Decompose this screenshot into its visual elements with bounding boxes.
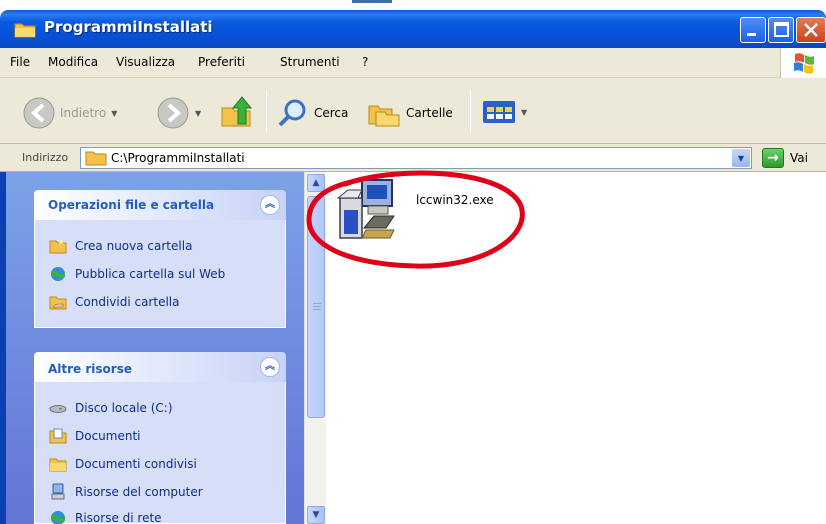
go-arrow-icon: → xyxy=(762,148,784,168)
close-button[interactable] xyxy=(796,17,826,43)
minimize-button[interactable] xyxy=(740,17,766,43)
place-network[interactable]: Risorse di rete xyxy=(49,510,162,524)
my-computer-icon xyxy=(49,483,67,500)
scroll-down-button[interactable]: ▼ xyxy=(307,506,325,524)
go-label: Vai xyxy=(790,151,808,165)
window-title: ProgrammiInstallati xyxy=(44,18,213,36)
place-label: Disco locale (C:) xyxy=(75,401,173,415)
chevron-down-icon: ▼ xyxy=(312,510,320,520)
address-label: Indirizzo xyxy=(22,151,69,164)
place-shared-documents[interactable]: Documenti condivisi xyxy=(49,456,197,472)
menu-bar: File Modifica Visualizza Preferiti Strum… xyxy=(0,48,826,78)
chevron-down-icon: ▼ xyxy=(737,153,745,163)
folder-icon xyxy=(85,151,107,166)
scroll-thumb[interactable] xyxy=(307,196,325,418)
local-disk-icon xyxy=(49,400,67,416)
scroll-grip xyxy=(313,303,321,304)
back-button[interactable]: Indietro ▼ xyxy=(22,96,117,130)
place-label: Risorse di rete xyxy=(75,511,162,524)
place-label: Risorse del computer xyxy=(75,485,203,499)
up-folder-button[interactable] xyxy=(218,94,256,130)
chevron-up-icon: ︽ xyxy=(265,361,275,372)
task-new-folder[interactable]: Crea nuova cartella xyxy=(49,238,192,254)
menu-modifica[interactable]: Modifica xyxy=(48,55,98,69)
other-places-header[interactable]: Altre risorse ︽ xyxy=(34,352,286,382)
other-places-panel: Disco locale (C:) Documenti Documenti co… xyxy=(34,382,286,524)
file-tasks-header[interactable]: Operazioni file e cartella ︽ xyxy=(34,190,286,220)
other-places-title: Altre risorse xyxy=(48,362,132,376)
task-pane-scrollbar[interactable]: ▲ ▼ xyxy=(304,172,326,524)
toolbar-separator xyxy=(266,90,267,132)
views-icon xyxy=(483,101,515,123)
publish-web-icon xyxy=(49,266,67,282)
place-label: Documenti xyxy=(75,429,141,443)
search-label: Cerca xyxy=(314,106,349,120)
address-bar: Indirizzo C:\ProgrammiInstallati ▼ → Vai xyxy=(0,144,826,172)
address-dropdown-button[interactable]: ▼ xyxy=(732,149,750,167)
chevron-up-icon: ▲ xyxy=(312,178,320,188)
top-strip xyxy=(0,0,826,10)
top-mark xyxy=(352,0,392,3)
folders-button[interactable]: Cartelle xyxy=(366,98,453,128)
views-dropdown-icon[interactable]: ▼ xyxy=(521,108,527,117)
task-label: Crea nuova cartella xyxy=(75,239,193,253)
place-documents[interactable]: Documenti xyxy=(49,428,141,444)
file-tasks-title: Operazioni file e cartella xyxy=(48,198,215,212)
place-my-computer[interactable]: Risorse del computer xyxy=(49,483,203,500)
menu-preferiti[interactable]: Preferiti xyxy=(198,55,245,69)
menu-file[interactable]: File xyxy=(10,55,30,69)
pane-edge xyxy=(0,172,6,524)
address-input[interactable]: C:\ProgrammiInstallati ▼ xyxy=(80,147,752,169)
maximize-icon xyxy=(774,22,789,37)
back-dropdown-icon[interactable]: ▼ xyxy=(111,109,117,118)
file-item[interactable]: lccwin32.exe xyxy=(330,176,494,248)
task-label: Condividi cartella xyxy=(75,295,180,309)
collapse-file-tasks-button[interactable]: ︽ xyxy=(260,195,280,215)
up-folder-icon xyxy=(221,96,253,127)
new-folder-icon xyxy=(49,238,67,254)
go-button[interactable]: → Vai xyxy=(762,148,808,168)
forward-button[interactable]: ▼ xyxy=(156,96,201,130)
task-share-folder[interactable]: Condividi cartella xyxy=(49,294,179,310)
collapse-other-places-button[interactable]: ︽ xyxy=(260,357,280,377)
network-icon xyxy=(49,510,67,524)
file-list[interactable]: lccwin32.exe xyxy=(326,172,826,524)
folder-icon xyxy=(14,23,36,38)
file-tasks-panel: Crea nuova cartella Pubblica cartella su… xyxy=(34,220,286,328)
menu-visualizza[interactable]: Visualizza xyxy=(116,55,175,69)
installer-icon xyxy=(336,179,395,239)
views-button[interactable]: ▼ xyxy=(482,100,527,124)
search-button[interactable]: Cerca xyxy=(276,98,348,128)
shared-documents-icon xyxy=(49,456,67,472)
back-label: Indietro xyxy=(60,106,107,120)
menu-strumenti[interactable]: Strumenti xyxy=(280,55,340,69)
task-label: Pubblica cartella sul Web xyxy=(75,267,226,281)
toolbar-separator xyxy=(470,90,471,132)
minimize-icon xyxy=(747,33,756,36)
menu-help[interactable]: ? xyxy=(362,55,368,69)
folders-label: Cartelle xyxy=(406,106,453,120)
windows-flag-icon xyxy=(794,53,814,74)
share-folder-icon xyxy=(49,294,67,310)
forward-arrow-icon xyxy=(157,97,189,129)
maximize-button[interactable] xyxy=(768,17,794,43)
windows-logo xyxy=(780,48,826,78)
forward-dropdown-icon[interactable]: ▼ xyxy=(195,109,201,118)
place-label: Documenti condivisi xyxy=(75,457,197,471)
toolbar: Indietro ▼ ▼ Cerca Cartelle ▼ xyxy=(0,78,826,144)
search-icon xyxy=(278,99,306,127)
task-publish-web[interactable]: Pubblica cartella sul Web xyxy=(49,266,225,282)
chevron-up-icon: ︽ xyxy=(265,199,275,210)
back-arrow-icon xyxy=(23,97,55,129)
place-local-disk[interactable]: Disco locale (C:) xyxy=(49,400,173,416)
folders-icon xyxy=(368,105,400,127)
documents-icon xyxy=(49,428,67,444)
address-path: C:\ProgrammiInstallati xyxy=(111,151,245,165)
scroll-up-button[interactable]: ▲ xyxy=(307,174,325,192)
file-name: lccwin32.exe xyxy=(416,193,494,207)
close-icon xyxy=(804,23,818,37)
